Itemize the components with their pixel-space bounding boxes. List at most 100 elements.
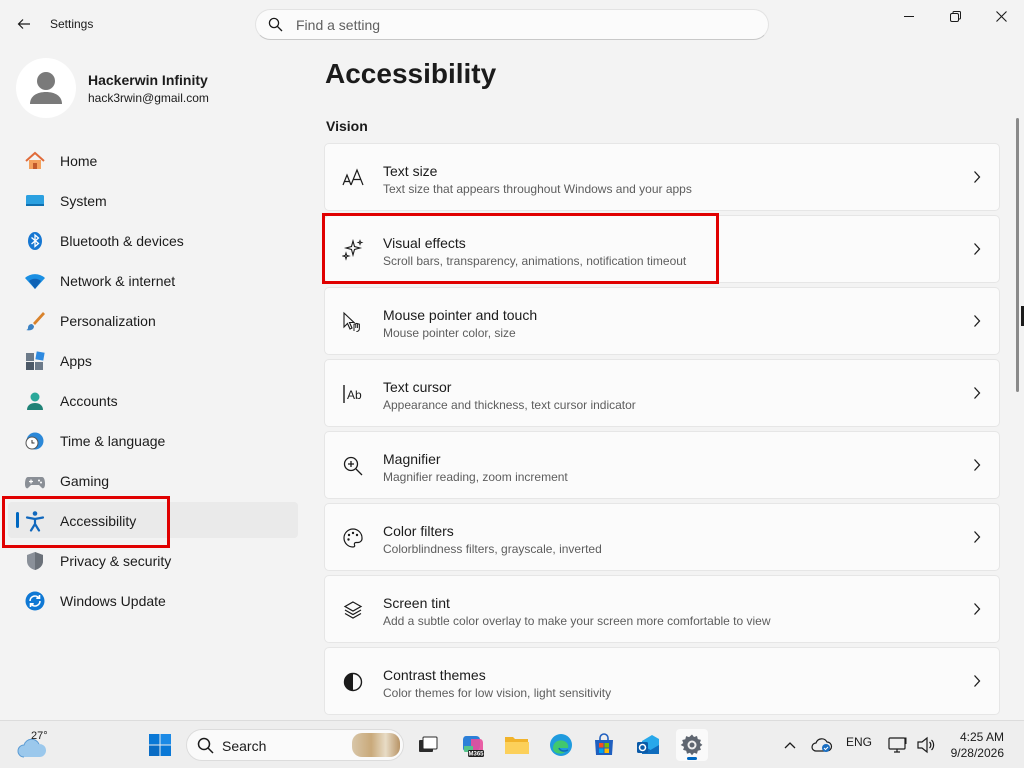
clock[interactable]: 4:25 AM 9/28/2026 bbox=[951, 729, 1004, 761]
card-title: Visual effects bbox=[383, 235, 466, 251]
task-view-icon bbox=[419, 736, 438, 752]
contrast-icon bbox=[341, 670, 365, 694]
sidebar-item-accounts[interactable]: Accounts bbox=[8, 382, 298, 418]
cloud-sync-icon bbox=[811, 738, 833, 752]
card-text-cursor[interactable]: Ab Text cursor Appearance and thickness,… bbox=[324, 359, 1000, 427]
card-color-filters[interactable]: Color filters Colorblindness filters, gr… bbox=[324, 503, 1000, 571]
sidebar-item-time-language[interactable]: Time & language bbox=[8, 422, 298, 458]
edge-button[interactable] bbox=[545, 729, 577, 761]
brush-icon bbox=[24, 310, 46, 332]
layers-icon bbox=[341, 598, 365, 622]
start-button[interactable] bbox=[144, 729, 176, 761]
card-title: Text size bbox=[383, 163, 438, 179]
card-mouse-pointer-touch[interactable]: Mouse pointer and touch Mouse pointer co… bbox=[324, 287, 1000, 355]
restore-icon bbox=[949, 10, 961, 22]
taskbar-search[interactable]: Search bbox=[186, 729, 404, 761]
sidebar-item-label: System bbox=[60, 193, 107, 209]
magnifier-icon bbox=[341, 454, 365, 478]
input-language[interactable]: ENG bbox=[846, 735, 872, 749]
network-icon bbox=[888, 737, 907, 753]
text-size-icon bbox=[341, 166, 365, 190]
outlook-icon bbox=[637, 735, 659, 754]
task-view-button[interactable] bbox=[412, 729, 444, 761]
card-visual-effects[interactable]: Visual effects Scroll bars, transparency… bbox=[324, 215, 1000, 283]
taskbar: 27° Search M365 ENG 4:25 AM 9/28/2026 bbox=[0, 720, 1024, 768]
sidebar-item-label: Gaming bbox=[60, 473, 110, 489]
shield-icon bbox=[24, 550, 46, 572]
text-cursor-icon: Ab bbox=[341, 382, 365, 406]
search-icon bbox=[197, 737, 214, 754]
restore-button[interactable] bbox=[932, 0, 978, 32]
sidebar-item-accessibility[interactable]: Accessibility bbox=[8, 502, 298, 538]
outlook-button[interactable] bbox=[632, 729, 664, 761]
settings-app-button[interactable] bbox=[676, 729, 708, 761]
close-button[interactable] bbox=[978, 0, 1024, 32]
close-icon bbox=[995, 10, 1007, 22]
section-title: Vision bbox=[326, 118, 368, 134]
user-name: Hackerwin Infinity bbox=[88, 72, 208, 88]
card-title: Screen tint bbox=[383, 595, 450, 611]
bluetooth-icon bbox=[24, 230, 46, 252]
sidebar-item-label: Apps bbox=[60, 353, 92, 369]
sidebar-item-system[interactable]: System bbox=[8, 182, 298, 218]
sidebar-item-label: Network & internet bbox=[60, 273, 176, 289]
sidebar-nav: Home System Bluetooth & devices Network … bbox=[8, 142, 298, 622]
system-icon bbox=[24, 190, 46, 212]
sidebar-item-gaming[interactable]: Gaming bbox=[8, 462, 298, 498]
speaker-icon bbox=[917, 736, 935, 754]
search-icon bbox=[268, 17, 283, 32]
card-subtitle: Colorblindness filters, grayscale, inver… bbox=[383, 542, 602, 556]
volume-button[interactable] bbox=[910, 729, 942, 761]
sidebar-item-label: Personalization bbox=[60, 313, 156, 329]
user-email: hack3rwin@gmail.com bbox=[88, 91, 209, 105]
m365-copilot-button[interactable]: M365 bbox=[457, 729, 489, 761]
card-text-size[interactable]: Text size Text size that appears through… bbox=[324, 143, 1000, 211]
search-input[interactable] bbox=[296, 10, 756, 39]
sidebar-item-windows-update[interactable]: Windows Update bbox=[8, 582, 298, 618]
card-title: Magnifier bbox=[383, 451, 441, 467]
sidebar-item-label: Windows Update bbox=[60, 593, 166, 609]
clock-time: 4:25 AM bbox=[959, 730, 1004, 744]
accessibility-icon bbox=[24, 510, 46, 532]
show-hidden-icons-button[interactable] bbox=[774, 729, 806, 761]
back-button[interactable] bbox=[10, 10, 38, 38]
sidebar-item-label: Accessibility bbox=[60, 513, 137, 529]
card-title: Contrast themes bbox=[383, 667, 486, 683]
weather-temp: 27° bbox=[31, 730, 48, 742]
sidebar-item-label: Accounts bbox=[60, 393, 118, 409]
microsoft-store-button[interactable] bbox=[588, 729, 620, 761]
card-title: Color filters bbox=[383, 523, 454, 539]
svg-text:Ab: Ab bbox=[347, 388, 362, 402]
sidebar-item-home[interactable]: Home bbox=[8, 142, 298, 178]
folder-icon bbox=[505, 737, 529, 754]
chevron-right-icon bbox=[974, 675, 981, 687]
clock-date: 9/28/2026 bbox=[950, 746, 1004, 760]
onedrive-button[interactable] bbox=[806, 729, 838, 761]
settings-list: Text size Text size that appears through… bbox=[324, 143, 1000, 719]
file-explorer-button[interactable] bbox=[501, 729, 533, 761]
avatar[interactable] bbox=[16, 58, 76, 118]
apps-icon bbox=[24, 350, 46, 372]
search-highlight-image bbox=[352, 733, 400, 757]
sidebar-item-personalization[interactable]: Personalization bbox=[8, 302, 298, 338]
card-magnifier[interactable]: Magnifier Magnifier reading, zoom increm… bbox=[324, 431, 1000, 499]
card-subtitle: Text size that appears throughout Window… bbox=[383, 182, 692, 196]
sidebar-item-privacy[interactable]: Privacy & security bbox=[8, 542, 298, 578]
sidebar-item-network[interactable]: Network & internet bbox=[8, 262, 298, 298]
scrollbar[interactable] bbox=[1016, 118, 1019, 392]
sidebar-item-label: Privacy & security bbox=[60, 553, 172, 569]
accounts-icon bbox=[24, 390, 46, 412]
minimize-button[interactable] bbox=[886, 0, 932, 32]
card-contrast-themes[interactable]: Contrast themes Color themes for low vis… bbox=[324, 647, 1000, 715]
weather-widget[interactable]: 27° bbox=[16, 727, 56, 763]
edge-icon bbox=[550, 734, 572, 756]
sidebar-item-bluetooth[interactable]: Bluetooth & devices bbox=[8, 222, 298, 258]
settings-search[interactable] bbox=[255, 9, 769, 40]
card-screen-tint[interactable]: Screen tint Add a subtle color overlay t… bbox=[324, 575, 1000, 643]
card-subtitle: Magnifier reading, zoom increment bbox=[383, 470, 568, 484]
arrow-left-icon bbox=[17, 19, 30, 29]
globe-clock-icon bbox=[24, 430, 46, 452]
sparkle-icon bbox=[341, 238, 365, 262]
sidebar-item-apps[interactable]: Apps bbox=[8, 342, 298, 378]
card-subtitle: Color themes for low vision, light sensi… bbox=[383, 686, 612, 700]
